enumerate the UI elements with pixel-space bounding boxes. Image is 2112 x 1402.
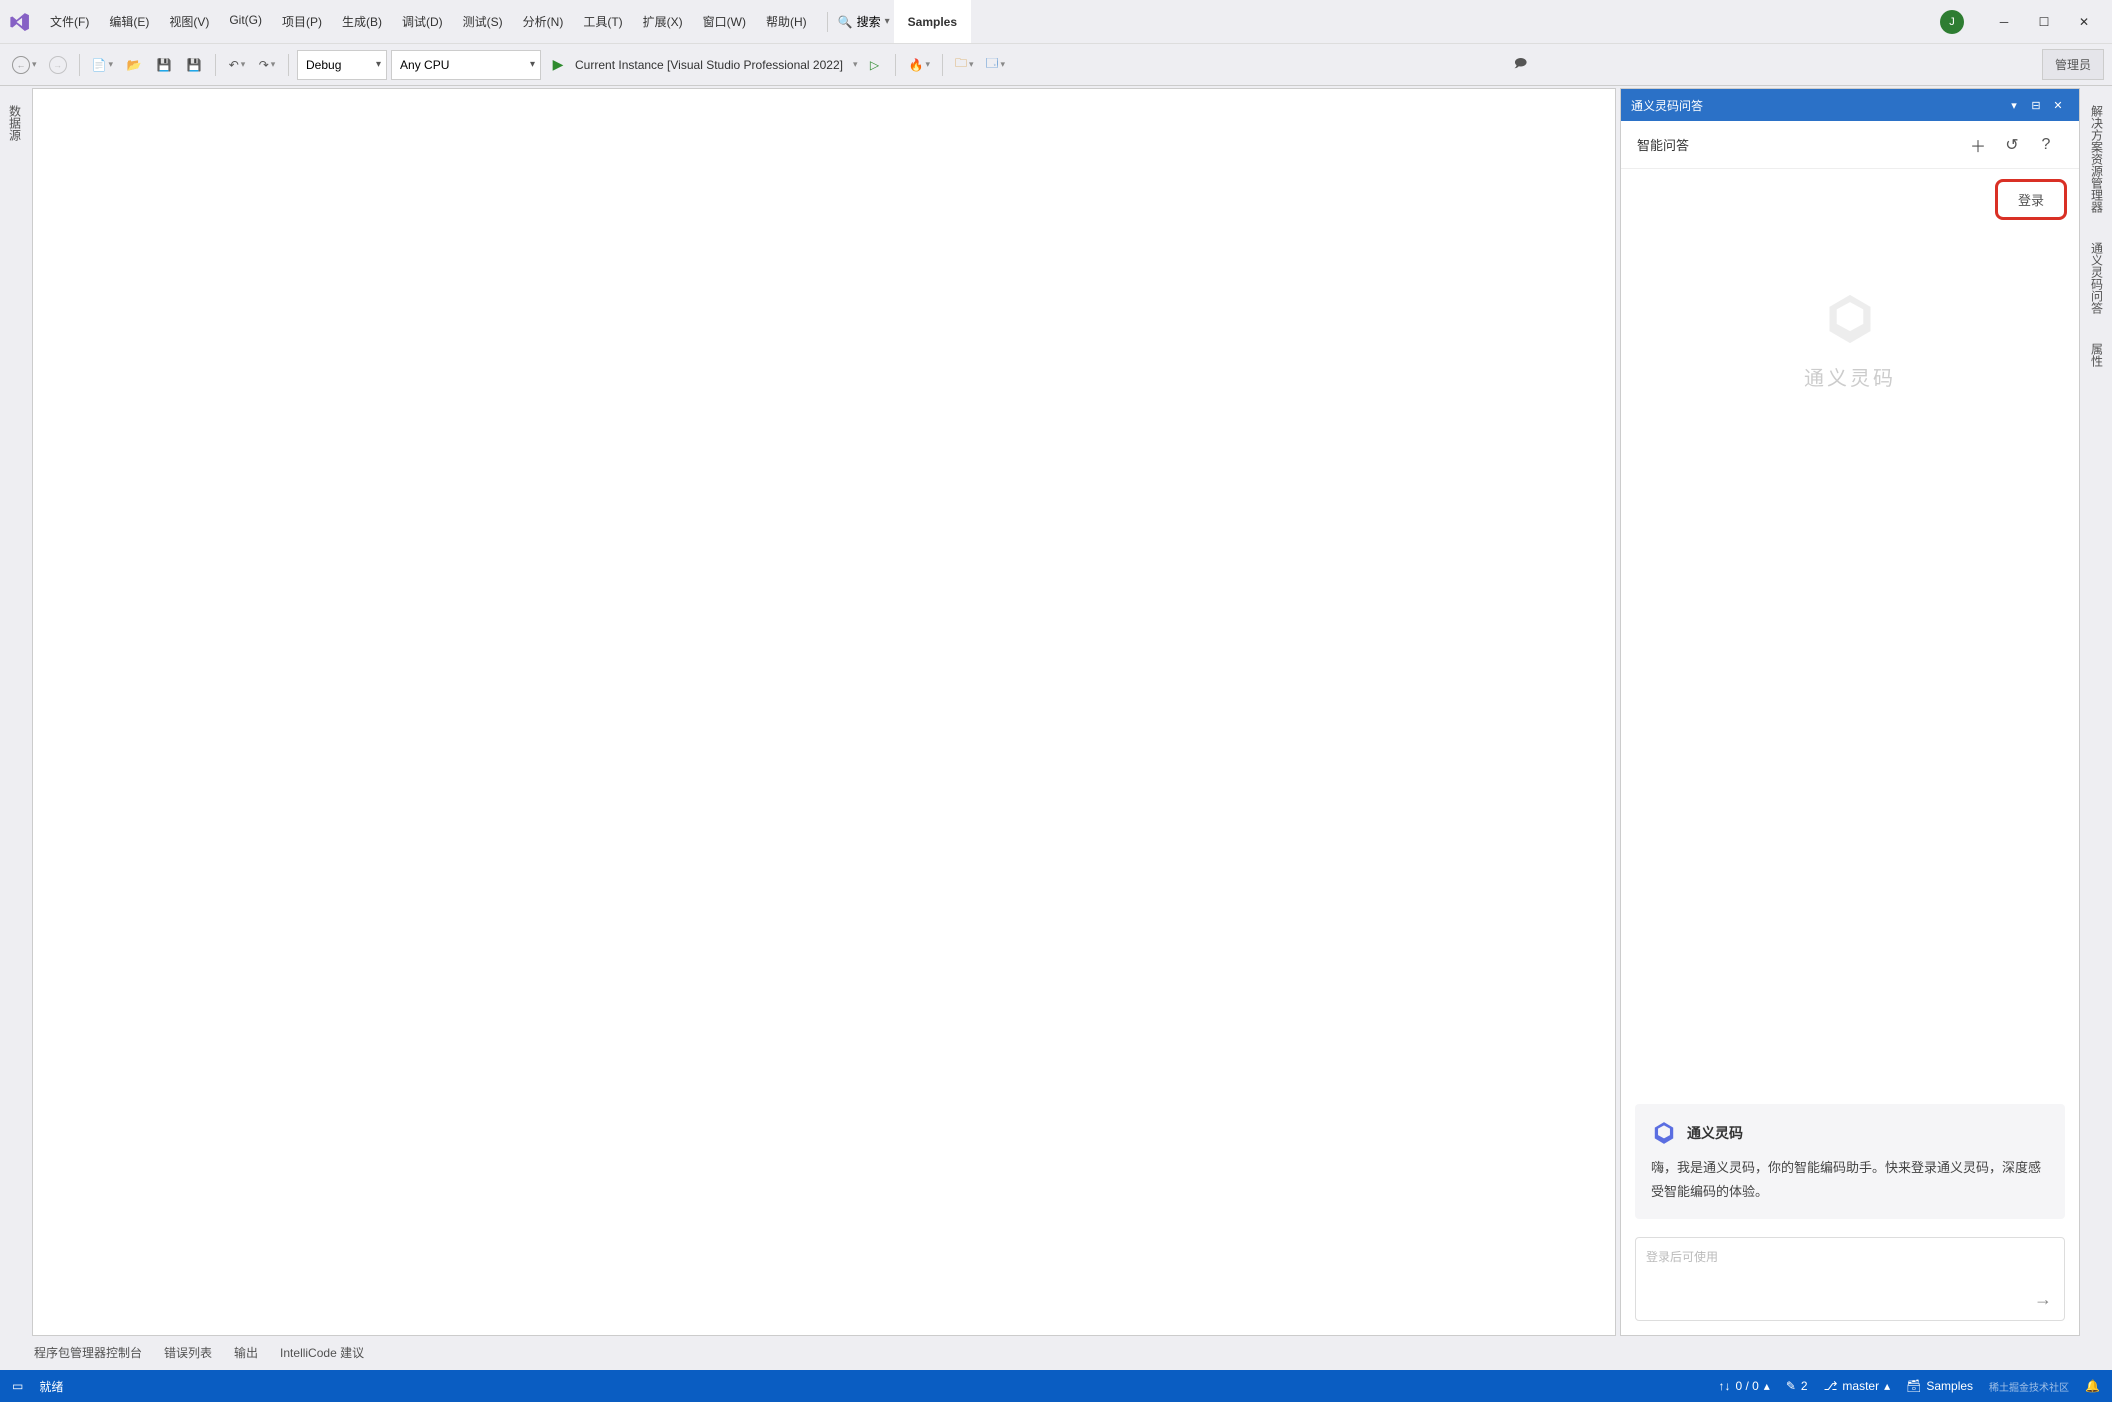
menu-help[interactable]: 帮助(H) bbox=[756, 7, 817, 36]
right-sidebar: 解决方案资源管理器 通义灵码问答 属性 bbox=[2082, 86, 2112, 1338]
admin-badge: 管理员 bbox=[2042, 49, 2104, 80]
status-changes[interactable]: ✎2 bbox=[1786, 1379, 1808, 1393]
status-bar: ▭ 就绪 ↑↓0 / 0▴ ✎2 ⎇master▴ 🗃Samples 稀土掘金技… bbox=[0, 1370, 2112, 1402]
editor-area bbox=[32, 88, 1616, 1336]
search-label: 搜索 bbox=[857, 13, 881, 30]
save-all-button[interactable]: 💾 bbox=[181, 51, 207, 79]
tab-tongyi[interactable]: 通义灵码问答 bbox=[2086, 229, 2109, 324]
status-errors[interactable]: ↑↓0 / 0▴ bbox=[1718, 1379, 1769, 1393]
minimize-button[interactable]: ─ bbox=[1984, 8, 2024, 36]
arrows-icon: ↑↓ bbox=[1718, 1379, 1730, 1393]
panel-body: 通义灵码 bbox=[1621, 230, 2079, 1094]
title-bar: 文件(F) 编辑(E) 视图(V) Git(G) 项目(P) 生成(B) 调试(… bbox=[0, 0, 2112, 44]
new-project-button[interactable]: 📄▾ bbox=[88, 51, 117, 79]
start-debug-button[interactable]: ▶ bbox=[545, 51, 571, 79]
panel-header[interactable]: 通义灵码问答 ▾ ⊟ ✕ bbox=[1621, 89, 2079, 121]
branch-icon: ⎇ bbox=[1824, 1379, 1838, 1393]
login-button[interactable]: 登录 bbox=[1995, 179, 2067, 220]
feedback-icon[interactable]: 🗩 bbox=[1514, 54, 1527, 75]
help-icon[interactable]: ? bbox=[2029, 136, 2063, 154]
tab-output[interactable]: 输出 bbox=[230, 1338, 262, 1370]
main-menu: 文件(F) 编辑(E) 视图(V) Git(G) 项目(P) 生成(B) 调试(… bbox=[40, 7, 817, 36]
menu-tools[interactable]: 工具(T) bbox=[573, 7, 632, 36]
notifications-icon[interactable]: 🔔 bbox=[2085, 1379, 2100, 1393]
tab-solution-explorer[interactable]: 解决方案资源管理器 bbox=[2086, 92, 2109, 223]
left-sidebar: 数据源 bbox=[0, 86, 30, 1338]
menu-debug[interactable]: 调试(D) bbox=[392, 7, 453, 36]
status-ready: 就绪 bbox=[39, 1378, 63, 1395]
find-in-files-button[interactable]: 🗔▾ bbox=[982, 51, 1010, 79]
tab-data-sources[interactable]: 数据源 bbox=[4, 92, 27, 151]
menu-git[interactable]: Git(G) bbox=[219, 7, 272, 36]
panel-sub-header: 智能问答 ＋ ↺ ? bbox=[1621, 121, 2079, 169]
menu-analyze[interactable]: 分析(N) bbox=[513, 7, 574, 36]
menu-edit[interactable]: 编辑(E) bbox=[99, 7, 159, 36]
tab-intellicode[interactable]: IntelliCode 建议 bbox=[276, 1338, 368, 1370]
debug-target-dropdown-icon[interactable]: ▾ bbox=[853, 59, 858, 70]
send-icon[interactable]: → bbox=[2034, 1289, 2052, 1310]
search-box[interactable]: 🔍 搜索 ▾ bbox=[838, 13, 890, 30]
open-file-button[interactable]: 📂 bbox=[121, 51, 147, 79]
status-repo[interactable]: 🗃Samples bbox=[1906, 1379, 1973, 1393]
menu-test[interactable]: 测试(S) bbox=[453, 7, 513, 36]
panel-dropdown-icon[interactable]: ▾ bbox=[2003, 99, 2025, 112]
tab-error-list[interactable]: 错误列表 bbox=[160, 1338, 216, 1370]
tab-package-console[interactable]: 程序包管理器控制台 bbox=[30, 1338, 146, 1370]
undo-button[interactable]: ↶▾ bbox=[224, 51, 250, 79]
hot-reload-button[interactable]: 🔥▾ bbox=[904, 51, 933, 79]
debug-target-label[interactable]: Current Instance [Visual Studio Professi… bbox=[575, 58, 847, 72]
history-icon[interactable]: ↺ bbox=[1995, 135, 2029, 155]
repo-icon: 🗃 bbox=[1906, 1379, 1921, 1393]
panel-title: 通义灵码问答 bbox=[1631, 97, 2003, 114]
menu-extensions[interactable]: 扩展(X) bbox=[633, 7, 693, 36]
menu-project[interactable]: 项目(P) bbox=[272, 7, 332, 36]
tongyi-mini-logo-icon bbox=[1651, 1120, 1677, 1146]
main-area: 数据源 通义灵码问答 ▾ ⊟ ✕ 智能问答 ＋ ↺ ? 登录 通义灵码 通义灵码 bbox=[0, 86, 2112, 1338]
close-button[interactable]: ✕ bbox=[2064, 8, 2104, 36]
search-icon: 🔍 bbox=[838, 15, 853, 29]
save-button[interactable]: 💾 bbox=[151, 51, 177, 79]
tongyi-logo-icon bbox=[1821, 290, 1879, 348]
panel-subtitle: 智能问答 bbox=[1637, 135, 1961, 154]
card-body-text: 嗨，我是通义灵码，你的智能编码助手。快来登录通义灵码，深度感受智能编码的体验。 bbox=[1651, 1156, 2049, 1203]
standard-toolbar: ←▾ → 📄▾ 📂 💾 💾 ↶▾ ↷▾ Debug Any CPU ▶ Curr… bbox=[0, 44, 2112, 86]
chat-input-placeholder: 登录后可使用 bbox=[1646, 1250, 1718, 1264]
tongyi-watermark: 通义灵码 bbox=[1804, 362, 1896, 391]
menu-view[interactable]: 视图(V) bbox=[159, 7, 219, 36]
nav-back-button[interactable]: ←▾ bbox=[8, 51, 41, 79]
chevron-down-icon: ▾ bbox=[885, 16, 890, 27]
watermark-text: 稀土掘金技术社区 bbox=[1989, 1379, 2069, 1394]
separator bbox=[827, 12, 828, 32]
output-window-icon[interactable]: ▭ bbox=[12, 1379, 23, 1393]
bottom-tool-tabs: 程序包管理器控制台 错误列表 输出 IntelliCode 建议 bbox=[0, 1338, 2112, 1370]
new-chat-icon[interactable]: ＋ bbox=[1961, 133, 1995, 157]
status-branch[interactable]: ⎇master▴ bbox=[1824, 1379, 1891, 1393]
solution-platform-select[interactable]: Any CPU bbox=[391, 50, 541, 80]
nav-forward-button[interactable]: → bbox=[45, 51, 71, 79]
welcome-card: 通义灵码 嗨，我是通义灵码，你的智能编码助手。快来登录通义灵码，深度感受智能编码… bbox=[1635, 1104, 2065, 1219]
pencil-icon: ✎ bbox=[1786, 1379, 1796, 1393]
maximize-button[interactable]: ☐ bbox=[2024, 8, 2064, 36]
solution-name-tab[interactable]: Samples bbox=[894, 0, 971, 43]
menu-window[interactable]: 窗口(W) bbox=[693, 7, 756, 36]
menu-file[interactable]: 文件(F) bbox=[40, 7, 99, 36]
chat-input[interactable]: 登录后可使用 → bbox=[1635, 1237, 2065, 1321]
tongyi-panel: 通义灵码问答 ▾ ⊟ ✕ 智能问答 ＋ ↺ ? 登录 通义灵码 通义灵码 嗨，我… bbox=[1620, 88, 2080, 1336]
menu-build[interactable]: 生成(B) bbox=[332, 7, 392, 36]
vs-logo-icon bbox=[8, 10, 32, 34]
user-avatar[interactable]: J bbox=[1940, 10, 1964, 34]
card-title: 通义灵码 bbox=[1687, 1123, 1743, 1143]
solution-config-select[interactable]: Debug bbox=[297, 50, 387, 80]
tab-properties[interactable]: 属性 bbox=[2086, 330, 2109, 377]
browse-button[interactable]: 🗀▾ bbox=[951, 51, 978, 79]
redo-button[interactable]: ↷▾ bbox=[254, 51, 280, 79]
panel-close-icon[interactable]: ✕ bbox=[2047, 99, 2069, 112]
start-without-debug-button[interactable]: ▷ bbox=[861, 51, 887, 79]
panel-pin-icon[interactable]: ⊟ bbox=[2025, 99, 2047, 112]
